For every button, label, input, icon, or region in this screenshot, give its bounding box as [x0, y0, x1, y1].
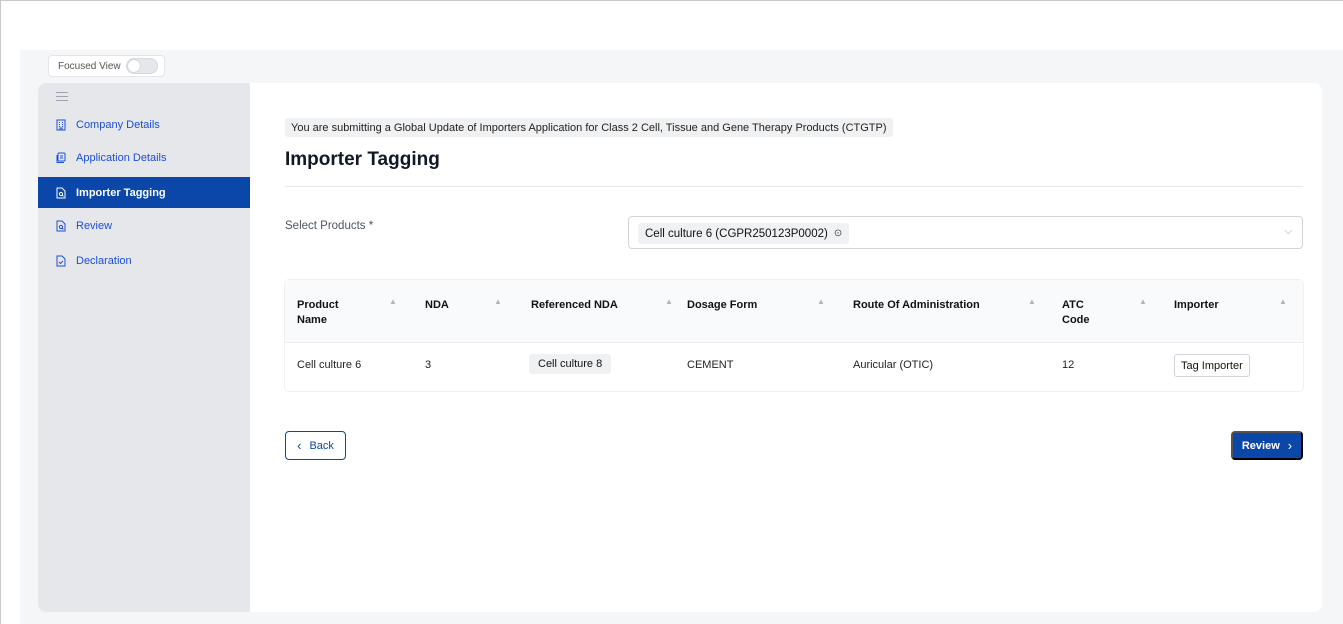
sidebar-item-label: Importer Tagging	[76, 186, 166, 199]
sidebar-item-declaration[interactable]: Declaration	[38, 245, 250, 276]
tag-importer-button[interactable]: Tag Importer	[1174, 354, 1250, 377]
sort-icon[interactable]: ▲	[494, 297, 502, 306]
document-check-icon	[55, 255, 67, 267]
document-search-icon	[55, 220, 67, 232]
selected-product-chip: Cell culture 6 (CGPR250123P0002) ⊙	[638, 223, 850, 244]
back-button[interactable]: ‹ Back	[285, 431, 346, 460]
products-table: Product Name ▲ NDA ▲ Referenced NDA ▲ Do…	[285, 280, 1303, 391]
select-products-dropdown[interactable]: Cell culture 6 (CGPR250123P0002) ⊙ ⌵	[628, 216, 1303, 249]
focused-view-toggle[interactable]: Focused View	[48, 55, 165, 77]
review-button-label: Review	[1241, 439, 1280, 452]
sidebar: Company Details Application Details Impo…	[38, 83, 250, 612]
selected-product-label: Cell culture 6 (CGPR250123P0002)	[645, 227, 828, 240]
column-header-route[interactable]: Route Of Administration	[853, 298, 980, 313]
main-panel: You are submitting a Global Update of Im…	[250, 83, 1322, 612]
chevron-left-icon: ‹	[297, 438, 302, 453]
title-divider	[285, 186, 1303, 187]
column-header-importer[interactable]: Importer	[1174, 298, 1219, 313]
toggle-knob	[127, 60, 140, 72]
toggle-switch[interactable]	[125, 58, 158, 74]
column-header-referenced-nda[interactable]: Referenced NDA	[531, 298, 618, 313]
sidebar-item-review[interactable]: Review	[38, 210, 250, 241]
sidebar-item-label: Review	[76, 219, 113, 232]
application-notice: You are submitting a Global Update of Im…	[285, 118, 893, 137]
chevron-right-icon: ›	[1287, 438, 1293, 453]
sort-icon[interactable]: ▲	[817, 297, 825, 306]
sort-icon[interactable]: ▲	[665, 297, 673, 306]
sidebar-item-importer-tagging[interactable]: Importer Tagging	[38, 177, 250, 208]
chevron-down-icon[interactable]: ⌵	[1284, 226, 1292, 237]
sort-icon[interactable]: ▲	[1028, 297, 1036, 306]
select-products-label: Select Products *	[285, 220, 374, 232]
sidebar-item-label: Declaration	[76, 254, 132, 267]
sidebar-item-application-details[interactable]: Application Details	[38, 142, 250, 173]
column-header-atc-code[interactable]: ATC Code	[1062, 298, 1096, 328]
back-button-label: Back	[309, 439, 334, 452]
cell-product-name: Cell culture 6	[297, 359, 362, 371]
cell-referenced-nda: Cell culture 8	[529, 354, 612, 374]
cell-atc-code: 12	[1062, 359, 1075, 371]
cell-route: Auricular (OTIC)	[853, 359, 934, 371]
sort-icon[interactable]: ▲	[1139, 297, 1147, 306]
sidebar-item-company-details[interactable]: Company Details	[38, 109, 250, 140]
cell-nda: 3	[425, 359, 432, 371]
page-title: Importer Tagging	[285, 149, 440, 170]
remove-chip-icon[interactable]: ⊙	[834, 228, 842, 239]
sidebar-item-label: Company Details	[76, 118, 160, 131]
sidebar-item-label: Application Details	[76, 151, 167, 164]
table-header: Product Name ▲ NDA ▲ Referenced NDA ▲ Do…	[285, 280, 1303, 343]
document-search-icon	[55, 187, 67, 199]
sort-icon[interactable]: ▲	[1279, 297, 1287, 306]
sort-icon[interactable]: ▲	[389, 297, 397, 306]
column-header-nda[interactable]: NDA	[425, 298, 449, 313]
focused-view-label: Focused View	[58, 60, 121, 72]
cell-dosage-form: CEMENT	[687, 359, 734, 371]
building-icon	[55, 119, 67, 131]
review-button[interactable]: Review ›	[1231, 431, 1303, 460]
copy-document-icon	[55, 152, 67, 164]
column-header-product-name[interactable]: Product Name	[297, 298, 357, 328]
menu-icon[interactable]	[56, 92, 68, 101]
column-header-dosage-form[interactable]: Dosage Form	[687, 298, 757, 313]
